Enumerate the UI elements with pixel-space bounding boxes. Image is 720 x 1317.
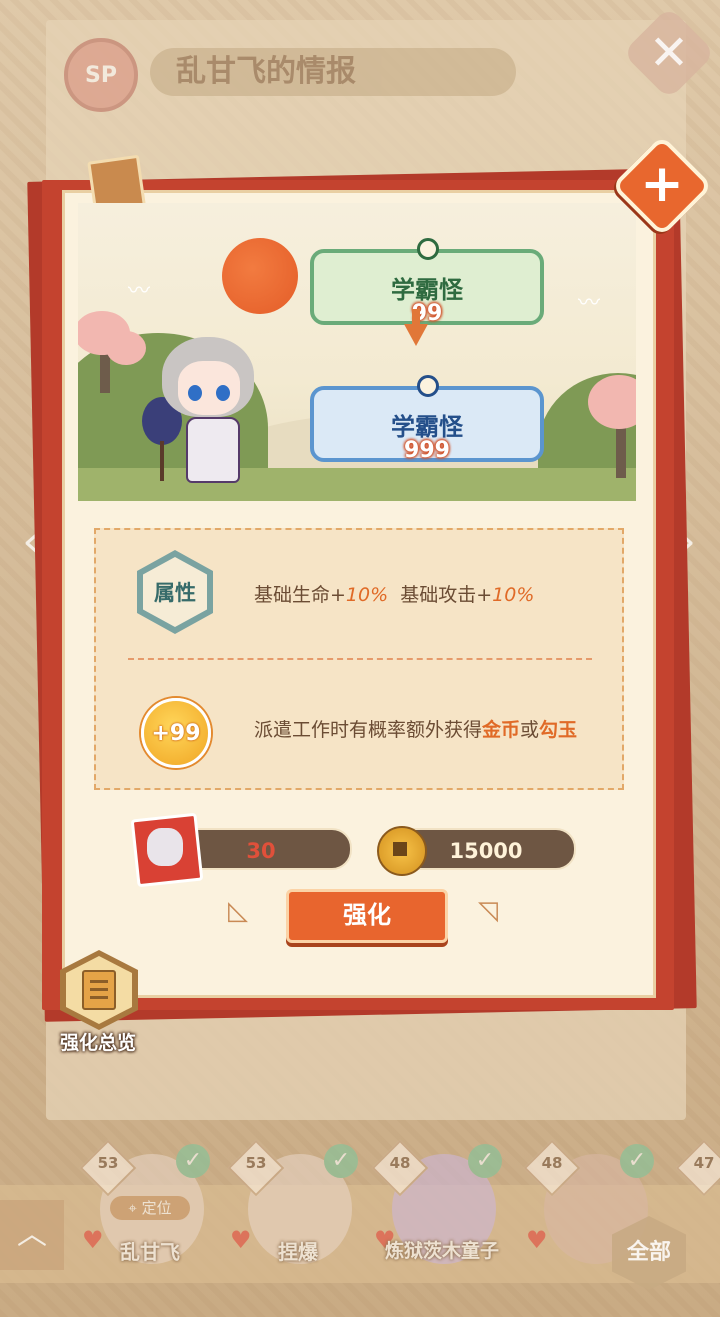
enhance-button[interactable]: 强化: [286, 889, 448, 943]
roster-item[interactable]: 53 ✓ ⌖ 定位 ♥ 乱甘飞: [79, 1139, 220, 1280]
locate-label: 定位: [141, 1199, 172, 1217]
check-icon: ✓: [468, 1144, 502, 1178]
effect-prefix: 派遣工作时有概率额外获得: [254, 719, 483, 741]
soul-shard-portrait: [147, 828, 183, 866]
skill-after-banner: 学霸怪 999: [310, 375, 544, 463]
effect-gold: 金币: [482, 719, 521, 741]
upgrade-scene: 〰 〰 学霸怪 99 学霸怪 999: [78, 203, 636, 501]
arrow-down-icon: [404, 324, 428, 346]
character-chibi: [142, 333, 266, 493]
decoration-triangles: ◺: [228, 896, 248, 926]
fan-handle: [160, 441, 164, 481]
divider: [128, 658, 592, 660]
bird-icon: 〰: [128, 279, 151, 304]
character-eye: [188, 385, 202, 401]
background-header: SP 乱甘飞的情报: [50, 30, 516, 112]
document-line: [90, 988, 108, 991]
document-icon: [82, 970, 116, 1010]
overview-label: 强化总览: [59, 1032, 136, 1054]
cherry-blossom: [106, 331, 146, 365]
effect-conj: 或: [520, 719, 540, 741]
roster-level: 53: [97, 1154, 119, 1172]
skill-after-level: 999: [404, 438, 450, 463]
hp-value: 10%: [345, 584, 389, 606]
character-face: [178, 361, 240, 415]
atk-label: 基础攻击+: [400, 584, 493, 606]
page-title: 乱甘飞的情报: [150, 48, 516, 96]
roster-level: 53: [245, 1154, 267, 1172]
enhance-overview-button[interactable]: 强化总览: [50, 950, 146, 1054]
effect-jade: 勾玉: [539, 719, 578, 741]
skill-after-name: 学霸怪: [391, 412, 463, 441]
document-line: [90, 996, 108, 999]
sp-badge: SP: [64, 38, 138, 112]
emblem-icon: [417, 375, 439, 397]
attribute-bonus-text: 基础生命+10% 基础攻击+10%: [254, 580, 534, 607]
roster-level: 48: [541, 1154, 563, 1172]
skill-before-banner: 学霸怪 99: [310, 238, 544, 326]
roster-name: 炼狱茨木童子: [384, 1240, 499, 1262]
roster-name: 捏爆: [278, 1240, 318, 1264]
check-icon: ✓: [324, 1144, 358, 1178]
roster-level: 48: [389, 1154, 411, 1172]
roster-item[interactable]: 53 ✓ ♥ 捏爆: [227, 1139, 368, 1280]
roster-item[interactable]: 48 ✓ ♥ 炼狱茨木童子: [371, 1139, 512, 1280]
emblem-icon: [417, 238, 439, 260]
heart-icon: ♥: [526, 1226, 548, 1254]
character-eye: [216, 385, 230, 401]
background-close-icon: ✕: [648, 25, 690, 81]
document-line: [90, 980, 108, 983]
check-icon: ✓: [176, 1144, 210, 1178]
scroll-up-button[interactable]: ︿: [0, 1200, 64, 1270]
character-body: [186, 417, 240, 483]
dispatch-effect-text: 派遣工作时有概率额外获得金币或勾玉: [254, 715, 577, 742]
roster-name: 乱甘飞: [120, 1240, 180, 1264]
skill-before-level: 99: [411, 301, 443, 326]
sun-icon: [222, 238, 298, 314]
roster-level: 47: [693, 1154, 715, 1172]
gold-coin-hole: [393, 842, 407, 856]
bird-icon: 〰: [578, 291, 601, 316]
decoration-triangles: ◹: [478, 896, 498, 926]
check-icon: ✓: [620, 1144, 654, 1178]
hp-label: 基础生命+: [254, 584, 346, 606]
skill-before-name: 学霸怪: [391, 275, 463, 304]
bonus-coin-icon: +99: [141, 698, 211, 768]
locate-badge[interactable]: ⌖ 定位: [110, 1196, 190, 1220]
close-icon[interactable]: +: [626, 150, 698, 222]
atk-value: 10%: [492, 584, 535, 606]
